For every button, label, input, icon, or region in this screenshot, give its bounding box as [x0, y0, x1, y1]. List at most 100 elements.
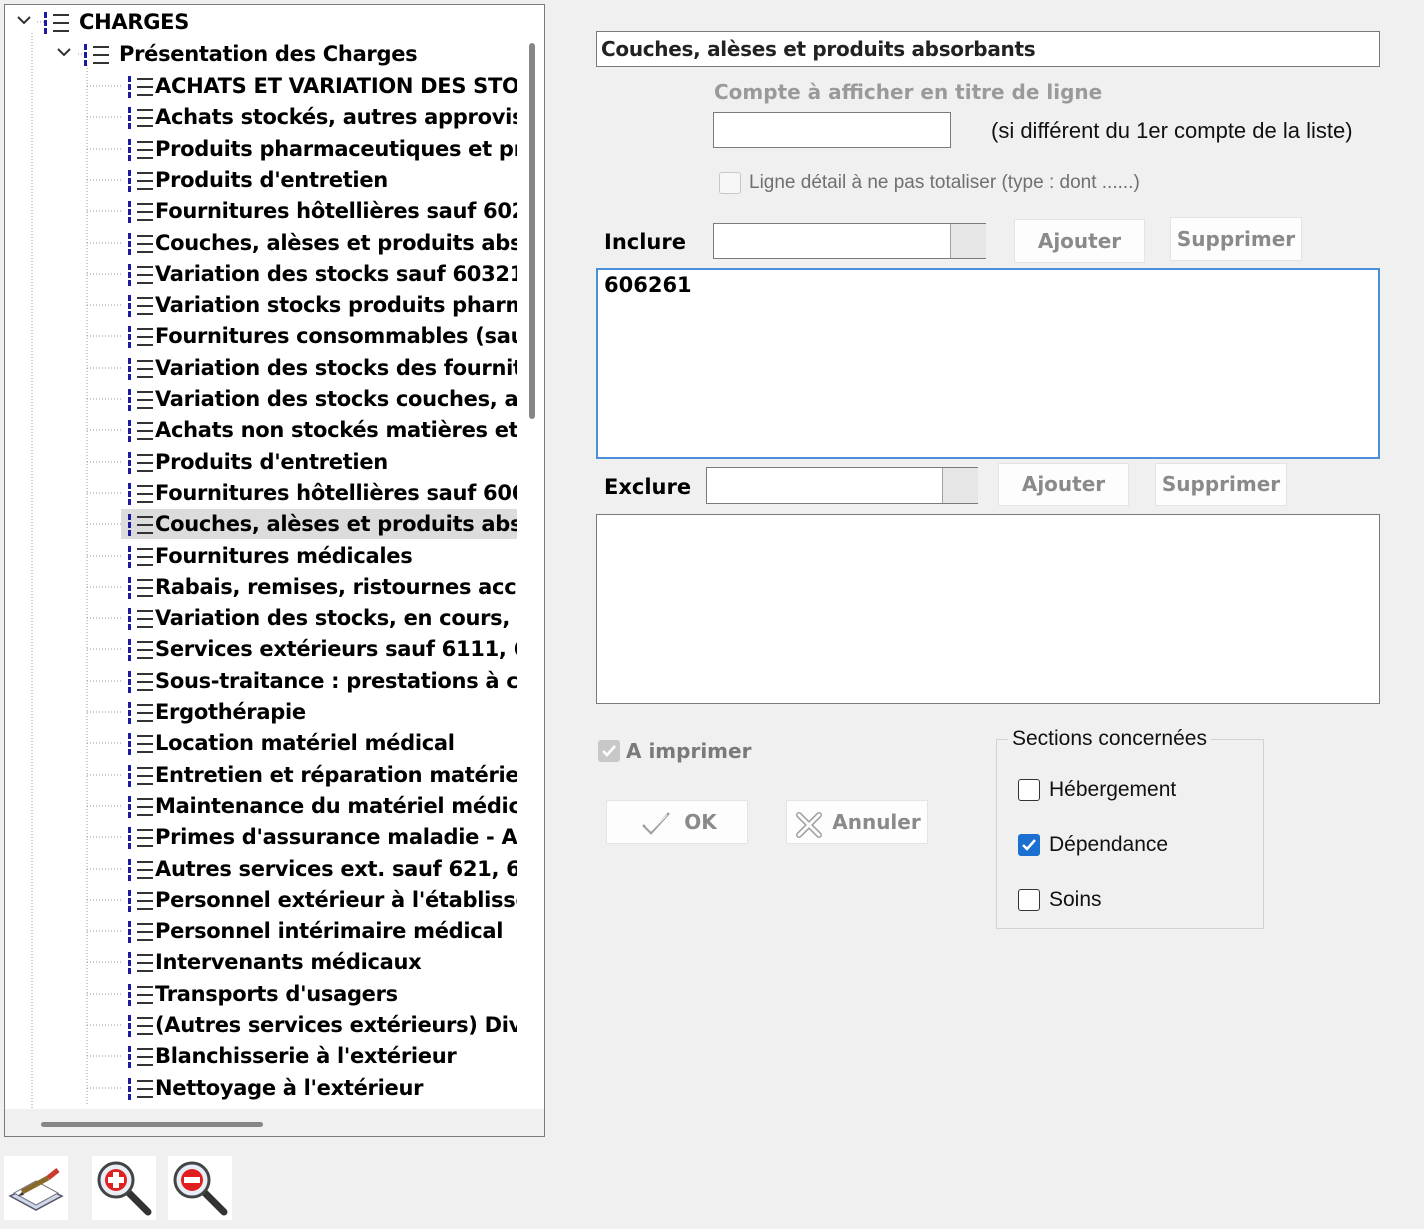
tree-item-label: Rabais, remises, ristournes accordés	[155, 575, 517, 599]
list-tree-icon	[37, 7, 79, 37]
tree-item-label: Variation des stocks sauf 60321	[155, 262, 517, 286]
include-combo-button[interactable]	[950, 224, 986, 258]
list-item-icon	[121, 478, 155, 508]
tree-item-label: Services extérieurs sauf 6111, 6112	[155, 637, 517, 661]
tree-item[interactable]: Fournitures hôtellières sauf 6026	[121, 196, 517, 226]
tree-item-label: Personnel extérieur à l'établissement	[155, 888, 517, 912]
zoom-out-icon[interactable]	[168, 1156, 232, 1220]
ok-button[interactable]: OK	[606, 800, 748, 844]
tree-item[interactable]: Blanchisserie à l'extérieur	[121, 1041, 517, 1071]
tree-item[interactable]: Ergothérapie	[121, 697, 517, 727]
detail-checkbox-label: Ligne détail à ne pas totaliser (type : …	[749, 172, 1140, 193]
tree-item[interactable]: Produits d'entretien	[121, 165, 517, 195]
tree-item-label: Produits d'entretien	[155, 168, 388, 192]
chart-tree-panel[interactable]: CHARGES Présentation des Charges ACHATS …	[4, 4, 545, 1137]
tree-item[interactable]: Variation des stocks sauf 60321	[121, 259, 517, 289]
list-item-icon	[121, 290, 155, 320]
tree-item[interactable]: Primes d'assurance maladie - Accident	[121, 822, 517, 852]
tree-item[interactable]: Couches, alèses et produits absorbants	[121, 509, 517, 539]
tree-item[interactable]: Location matériel médical	[121, 728, 517, 758]
list-item-icon	[121, 822, 155, 852]
tree-item[interactable]: Achats stockés, autres approvisionnement…	[121, 102, 517, 132]
print-checkbox[interactable]	[598, 740, 620, 762]
tree-item[interactable]: Produits d'entretien	[121, 447, 517, 477]
tree-item[interactable]: Rabais, remises, ristournes accordés	[121, 572, 517, 602]
tree-item[interactable]: Nettoyage à l'extérieur	[121, 1073, 517, 1103]
tree-group-label: Présentation des Charges	[119, 42, 418, 66]
exclude-list[interactable]	[596, 514, 1380, 704]
tree-item-label: Couches, alèses et produits absorbants	[155, 509, 517, 539]
include-list-item[interactable]: 606261	[598, 270, 1378, 297]
tree-item[interactable]: (Autres services extérieurs) Divers	[121, 1010, 517, 1040]
tree-item-label: Ergothérapie	[155, 700, 306, 724]
tree-item[interactable]: Entretien et réparation matériel médical	[121, 760, 517, 790]
tree-item-label: Blanchisserie à l'extérieur	[155, 1044, 457, 1068]
tree-item[interactable]: Fournitures médicales	[121, 541, 517, 571]
include-remove-button[interactable]: Supprimer	[1170, 217, 1302, 261]
tree-item[interactable]: Produits pharmaceutiques et produits à u…	[121, 134, 517, 164]
include-list[interactable]: 606261	[596, 268, 1380, 459]
exclude-combo-button[interactable]	[942, 468, 978, 503]
zoom-in-icon[interactable]	[92, 1156, 156, 1220]
cancel-button[interactable]: Annuler	[786, 800, 928, 844]
exclude-remove-button[interactable]: Supprimer	[1155, 463, 1287, 506]
tree-item-label: Fournitures hôtellières sauf 6066	[155, 481, 517, 505]
tree-item[interactable]: Intervenants médicaux	[121, 947, 517, 977]
tree-item-label: Maintenance du matériel médical	[155, 794, 517, 818]
exclude-add-button[interactable]: Ajouter	[998, 463, 1129, 506]
tree-item[interactable]: Personnel intérimaire médical	[121, 916, 517, 946]
tree-node-root[interactable]: CHARGES	[15, 7, 189, 37]
include-add-button[interactable]: Ajouter	[1014, 219, 1145, 263]
exclude-combo[interactable]	[706, 467, 978, 504]
tree-item[interactable]: Autres services ext. sauf 621, 622	[121, 854, 517, 884]
chevron-down-icon[interactable]	[15, 7, 37, 37]
tree-item[interactable]: Couches, alèses et produits absorbants	[121, 228, 517, 258]
include-combo[interactable]	[713, 223, 986, 259]
cancel-button-label: Annuler	[832, 810, 921, 834]
tree-node-group[interactable]: Présentation des Charges	[55, 39, 418, 69]
section-dependance-checkbox[interactable]	[1018, 834, 1040, 856]
list-item-icon	[121, 916, 155, 946]
include-label: Inclure	[604, 230, 686, 254]
list-item-icon	[121, 603, 155, 633]
tree-root-label: CHARGES	[79, 10, 190, 34]
list-item-icon	[121, 885, 155, 915]
tree-item-label: Primes d'assurance maladie - Accident	[155, 825, 517, 849]
list-item-icon	[121, 321, 155, 351]
section-hebergement-checkbox[interactable]	[1018, 779, 1040, 801]
tree-item[interactable]: Fournitures consommables (sauf)	[121, 321, 517, 351]
list-item-icon	[121, 134, 155, 164]
tree-item-label: Variation des stocks des fournitures	[155, 356, 517, 380]
exclude-label: Exclure	[604, 475, 692, 499]
tree-item[interactable]: Transports d'usagers	[121, 979, 517, 1009]
section-dependance-label: Dépendance	[1049, 833, 1169, 856]
vertical-scrollbar-thumb[interactable]	[529, 43, 535, 419]
tree-item[interactable]: ACHATS ET VARIATION DES STOCKS	[121, 71, 517, 101]
chevron-down-icon[interactable]	[55, 39, 77, 69]
section-soins-checkbox[interactable]	[1018, 889, 1040, 911]
tree-item-label: Transports d'usagers	[155, 982, 398, 1006]
tree-item[interactable]: Variation stocks produits pharmaceutique…	[121, 290, 517, 320]
ok-button-label: OK	[684, 810, 717, 834]
list-item-icon	[121, 1010, 155, 1040]
tree-item-label: Variation stocks produits pharmaceutique…	[155, 293, 517, 317]
tree-item[interactable]: Maintenance du matériel médical	[121, 791, 517, 821]
tree-item[interactable]: Variation des stocks des fournitures	[121, 353, 517, 383]
tree-item[interactable]: Variation des stocks couches, alèses	[121, 384, 517, 414]
list-item-icon	[121, 1073, 155, 1103]
tree-item[interactable]: Fournitures hôtellières sauf 6066	[121, 478, 517, 508]
tree-item[interactable]: Services extérieurs sauf 6111, 6112	[121, 634, 517, 664]
horizontal-scrollbar-thumb[interactable]	[41, 1122, 263, 1127]
edit-icon[interactable]	[4, 1156, 68, 1220]
tree-item[interactable]: Personnel extérieur à l'établissement	[121, 885, 517, 915]
line-title-input[interactable]: Couches, alèses et produits absorbants	[596, 31, 1380, 67]
tree-item[interactable]: Sous-traitance : prestations à caractère	[121, 666, 517, 696]
tree-item[interactable]: Achats non stockés matières et fournitur…	[121, 415, 517, 445]
tree-item-label: Produits d'entretien	[155, 450, 388, 474]
print-label: A imprimer	[626, 739, 752, 763]
account-input[interactable]	[713, 112, 951, 148]
detail-checkbox[interactable]	[719, 172, 741, 194]
tree-item-label: Variation des stocks couches, alèses	[155, 387, 517, 411]
account-label: Compte à afficher en titre de ligne	[714, 80, 1103, 104]
tree-item[interactable]: Variation des stocks, en cours, produits	[121, 603, 517, 633]
